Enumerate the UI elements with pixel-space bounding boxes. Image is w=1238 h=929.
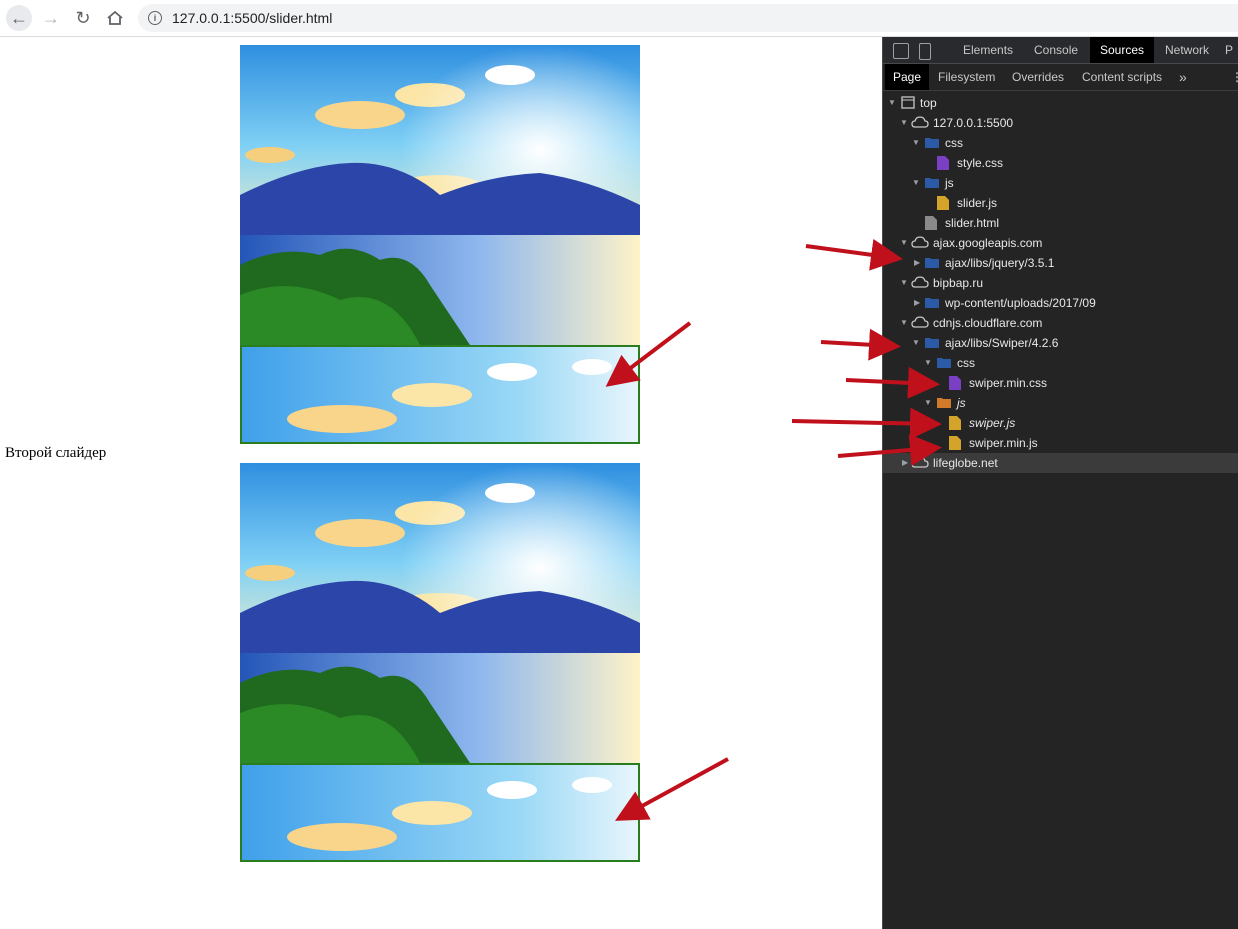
expand-triangle-icon[interactable]: ▼ xyxy=(888,93,898,113)
home-icon[interactable] xyxy=(102,6,128,30)
cloud-icon xyxy=(911,236,929,248)
cloud-icon xyxy=(911,116,929,128)
tree-label: css xyxy=(957,356,975,370)
expand-triangle-icon[interactable]: ▼ xyxy=(924,353,934,373)
forward-arrow-icon[interactable]: → xyxy=(38,6,64,30)
sources-navigator-tabs: Page Filesystem Overrides Content script… xyxy=(883,64,1238,91)
tree-label: slider.js xyxy=(957,196,998,210)
tree-label: ajax/libs/Swiper/4.2.6 xyxy=(945,336,1059,350)
devtools-tabbar: Elements Console Sources Network P xyxy=(883,37,1238,64)
expand-triangle-icon[interactable]: ▼ xyxy=(900,273,910,293)
cloud-icon xyxy=(911,456,929,468)
tree-item-folder[interactable]: ▶ ajax/libs/jquery/3.5.1 xyxy=(883,253,1238,273)
tab-network[interactable]: Network xyxy=(1155,37,1219,63)
subtab-content-scripts[interactable]: Content scripts xyxy=(1074,64,1170,90)
tree-item-folder[interactable]: ▼ js xyxy=(883,173,1238,193)
slider-1-main-image[interactable] xyxy=(240,45,640,345)
tree-item-file[interactable]: slider.html xyxy=(883,213,1238,233)
tab-overflow[interactable]: P xyxy=(1225,37,1233,63)
tree-item-folder[interactable]: ▼ ajax/libs/Swiper/4.2.6 xyxy=(883,333,1238,353)
tree-label: css xyxy=(945,136,963,150)
tab-elements[interactable]: Elements xyxy=(953,37,1023,63)
tree-label: lifeglobe.net xyxy=(933,456,998,470)
folder-icon xyxy=(925,258,939,268)
tree-label: swiper.min.js xyxy=(969,436,1038,450)
tree-label: top xyxy=(920,96,937,110)
tree-label: js xyxy=(945,176,954,190)
tree-item-folder[interactable]: ▼ css xyxy=(883,133,1238,153)
second-slider-label: Второй слайдер xyxy=(5,445,107,461)
expand-triangle-icon[interactable]: ▼ xyxy=(912,333,922,353)
tree-item-domain[interactable]: ▼ cdnjs.cloudflare.com xyxy=(883,313,1238,333)
expand-triangle-icon[interactable]: ▼ xyxy=(900,113,910,133)
tree-item-folder[interactable]: ▼ css xyxy=(883,353,1238,373)
tree-label: swiper.js xyxy=(969,416,1016,430)
tree-item-top[interactable]: ▼ top xyxy=(883,93,1238,113)
collapse-triangle-icon[interactable]: ▶ xyxy=(914,253,924,273)
devtools-panel: Elements Console Sources Network P Page … xyxy=(882,37,1238,929)
tree-label: swiper.min.css xyxy=(969,376,1048,390)
browser-toolbar: ← → ↻ i 127.0.0.1:5500/slider.html xyxy=(0,0,1238,37)
tree-item-folder[interactable]: ▼ js xyxy=(883,393,1238,413)
tree-item-folder[interactable]: ▶ wp-content/uploads/2017/09 xyxy=(883,293,1238,313)
tree-label: ajax.googleapis.com xyxy=(933,236,1043,250)
tree-label: slider.html xyxy=(945,216,1000,230)
js-file-icon xyxy=(937,196,949,210)
subtab-page[interactable]: Page xyxy=(885,64,930,90)
slider-1-thumbnail[interactable] xyxy=(240,345,640,444)
frame-icon xyxy=(901,96,915,109)
tree-label: cdnjs.cloudflare.com xyxy=(933,316,1043,330)
cloud-icon xyxy=(911,276,929,288)
expand-triangle-icon[interactable]: ▼ xyxy=(912,173,922,193)
tree-label: bipbap.ru xyxy=(933,276,984,290)
device-toolbar-icon[interactable] xyxy=(919,43,931,60)
address-bar[interactable]: i 127.0.0.1:5500/slider.html xyxy=(138,4,1238,32)
tab-console[interactable]: Console xyxy=(1024,37,1088,63)
tree-label: js xyxy=(957,396,966,410)
tree-label: style.css xyxy=(957,156,1004,170)
slider-2-thumbnail[interactable] xyxy=(240,763,640,862)
info-icon[interactable]: i xyxy=(148,11,162,25)
expand-triangle-icon[interactable]: ▼ xyxy=(924,393,934,413)
subtab-filesystem[interactable]: Filesystem xyxy=(930,64,1003,90)
tree-label: ajax/libs/jquery/3.5.1 xyxy=(945,256,1055,270)
subtab-overrides[interactable]: Overrides xyxy=(1004,64,1072,90)
tree-item-domain[interactable]: ▼ bipbap.ru xyxy=(883,273,1238,293)
url-text: 127.0.0.1:5500/slider.html xyxy=(172,10,333,26)
page-content: Второй слайдер xyxy=(0,37,882,929)
expand-triangle-icon[interactable]: ▼ xyxy=(912,133,922,153)
cloud-icon xyxy=(911,316,929,328)
html-file-icon xyxy=(925,216,937,230)
tab-sources[interactable]: Sources xyxy=(1090,37,1155,63)
tree-item-domain[interactable]: ▶ lifeglobe.net xyxy=(883,453,1238,473)
tree-item-file[interactable]: swiper.min.css xyxy=(883,373,1238,393)
folder-icon xyxy=(937,358,951,368)
tree-label: 127.0.0.1:5500 xyxy=(933,116,1014,130)
folder-icon xyxy=(925,138,939,148)
js-file-icon xyxy=(949,436,961,450)
tree-item-file[interactable]: swiper.js xyxy=(883,413,1238,433)
js-file-icon xyxy=(949,416,961,430)
reload-icon[interactable]: ↻ xyxy=(70,6,96,30)
tree-item-domain[interactable]: ▼ ajax.googleapis.com xyxy=(883,233,1238,253)
css-file-icon xyxy=(949,376,961,390)
kebab-menu-icon[interactable]: ⋮ xyxy=(1223,64,1238,90)
folder-icon xyxy=(925,338,939,348)
tree-item-domain[interactable]: ▼ 127.0.0.1:5500 xyxy=(883,113,1238,133)
tree-item-file[interactable]: slider.js xyxy=(883,193,1238,213)
folder-icon xyxy=(937,398,951,408)
slider-2-main-image[interactable] xyxy=(240,463,640,763)
expand-triangle-icon[interactable]: ▼ xyxy=(900,233,910,253)
more-tabs-icon[interactable]: » xyxy=(1171,64,1195,90)
expand-triangle-icon[interactable]: ▼ xyxy=(900,313,910,333)
css-file-icon xyxy=(937,156,949,170)
back-arrow-icon[interactable]: ← xyxy=(6,5,32,31)
tree-label: wp-content/uploads/2017/09 xyxy=(945,296,1096,310)
tree-item-file[interactable]: style.css xyxy=(883,153,1238,173)
inspect-element-icon[interactable] xyxy=(893,43,909,59)
collapse-triangle-icon[interactable]: ▶ xyxy=(914,293,924,313)
tree-item-file[interactable]: swiper.min.js xyxy=(883,433,1238,453)
folder-icon xyxy=(925,178,939,188)
folder-icon xyxy=(925,298,939,308)
